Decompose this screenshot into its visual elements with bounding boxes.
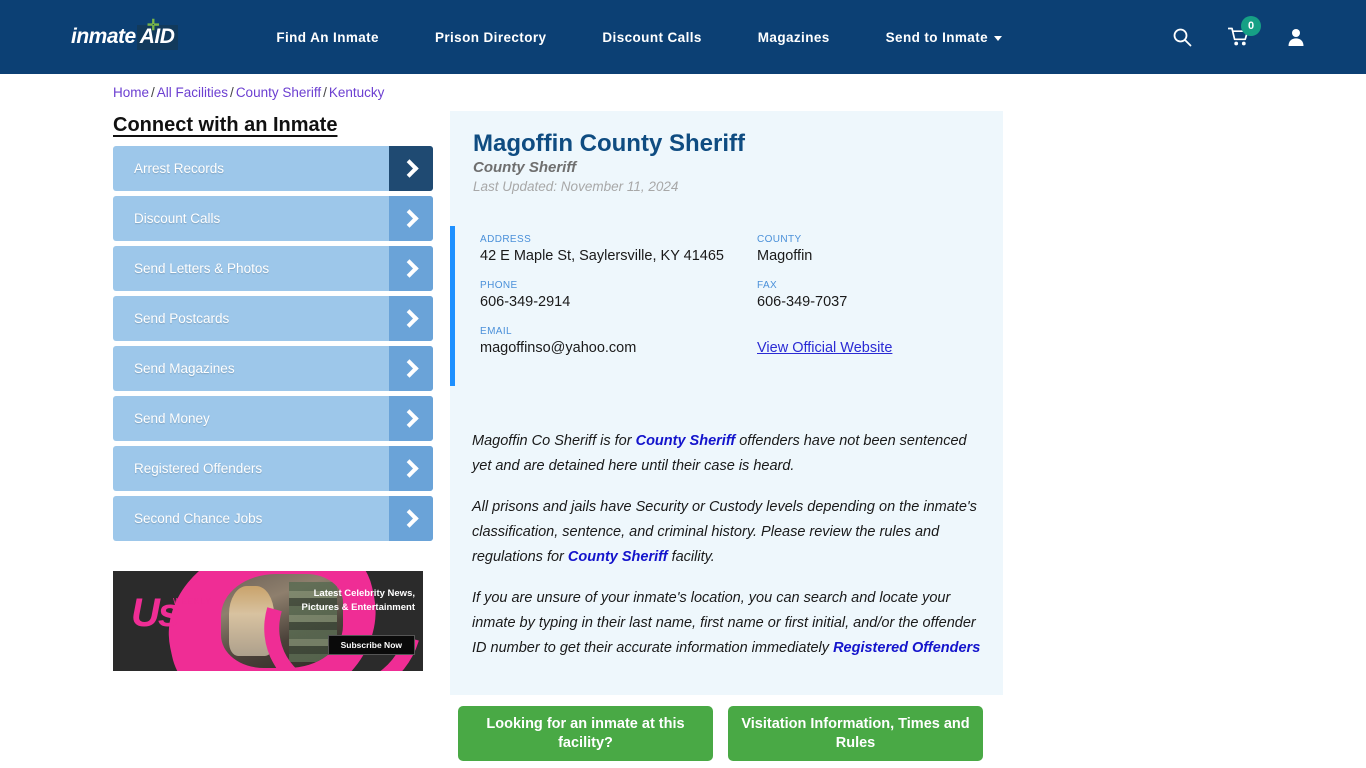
email-field: EMAIL magoffinso@yahoo.com [480,326,757,372]
phone-value: 606-349-2914 [480,294,571,311]
description-paragraph-2: All prisons and jails have Security or C… [472,495,984,570]
nav-label: Prison Directory [434,29,547,45]
site-logo[interactable]: inmate AID ✛ [71,18,179,52]
search-icon [1173,28,1192,47]
county-value: Magoffin [757,248,813,264]
main-menu: Find An Inmate Prison Directory Discount… [248,30,1030,45]
page-title: Magoffin County Sheriff [473,130,745,157]
chevron-right-icon [389,196,433,241]
sidebar-item-label: Send Magazines [134,361,235,376]
last-updated-text: Last Updated: November 11, 2024 [473,179,679,194]
breadcrumb-separator: / [230,85,234,100]
sidebar-item-registered-offenders[interactable]: Registered Offenders [113,446,433,491]
registered-offenders-link[interactable]: Registered Offenders [833,640,980,656]
nav-label: Discount Calls [602,29,702,45]
chevron-right-icon [389,446,433,491]
sidebar-title: Connect with an Inmate [113,114,338,136]
sidebar-item-label: Send Postcards [134,311,230,326]
description-text: facility. [667,549,715,565]
phone-label: PHONE [480,280,518,292]
nav-item-send-to-inmate[interactable]: Send to Inmate [858,30,1030,45]
breadcrumb-item-all-facilities[interactable]: All Facilities [157,85,228,100]
nav-label: Send to Inmate [885,29,989,45]
nav-item-magazines[interactable]: Magazines [730,30,858,45]
breadcrumb-item-county-sheriff[interactable]: County Sheriff [236,85,321,100]
website-field: View Official Website [757,326,1003,372]
sidebar-item-second-chance-jobs[interactable]: Second Chance Jobs [113,496,433,541]
logo-wordmark: inmate [71,25,136,48]
sidebar-item-label: Arrest Records [134,161,225,176]
ad-subscribe-button[interactable]: Subscribe Now [327,635,415,655]
chevron-right-icon [389,396,433,441]
address-field: ADDRESS 42 E Maple St, Saylersville, KY … [480,234,757,280]
breadcrumb-item-home[interactable]: Home [113,85,149,100]
email-value: magoffinso@yahoo.com [480,340,637,357]
chevron-right-icon [389,146,433,191]
sidebar-item-label: Second Chance Jobs [134,511,263,526]
county-label: COUNTY [757,234,802,245]
email-label: EMAIL [480,326,513,338]
chevron-down-icon [994,35,1003,41]
nav-item-prison-directory[interactable]: Prison Directory [407,30,574,45]
website-label-spacer [757,326,1003,337]
description-text: All prisons and jails have Security or C… [472,499,977,565]
chevron-right-icon [389,346,433,391]
breadcrumb-item-kentucky[interactable]: Kentucky [329,85,385,100]
sidebar-item-send-money[interactable]: Send Money [113,396,433,441]
sidebar-item-arrest-records[interactable]: Arrest Records [113,146,433,191]
user-icon [1288,29,1304,46]
search-button[interactable] [1172,27,1192,47]
phone-field: PHONE 606-349-2914 [480,280,757,326]
top-navigation-bar: inmate AID ✛ Find An Inmate Prison Direc… [0,0,1366,74]
facility-contact-block: ADDRESS 42 E Maple St, Saylersville, KY … [450,226,1003,387]
sidebar-item-send-postcards[interactable]: Send Postcards [113,296,433,341]
advertisement-banner[interactable]: Us WEEKLY Latest Celebrity News, Picture… [113,571,423,671]
nav-item-find-an-inmate[interactable]: Find An Inmate [248,30,407,45]
breadcrumb-separator: / [151,85,155,100]
sidebar-item-label: Registered Offenders [134,461,263,476]
description-paragraph-1: Magoffin Co Sheriff is for County Sherif… [472,429,984,479]
view-official-website-link[interactable]: View Official Website [757,340,892,356]
address-label: ADDRESS [480,234,532,245]
facility-description: Magoffin Co Sheriff is for County Sherif… [472,429,984,677]
sidebar-item-label: Discount Calls [134,211,221,226]
sidebar-item-send-letters-photos[interactable]: Send Letters & Photos [113,246,433,291]
nav-label: Find An Inmate [276,29,379,45]
breadcrumb-separator: / [323,85,327,100]
fax-value: 606-349-7037 [757,294,848,311]
description-paragraph-3: If you are unsure of your inmate's locat… [472,586,984,661]
sidebar-item-send-magazines[interactable]: Send Magazines [113,346,433,391]
description-text: Magoffin Co Sheriff is for [472,433,636,449]
ad-logo-subtext: WEEKLY [173,597,212,606]
nav-label: Magazines [757,29,830,45]
county-sheriff-link-2[interactable]: County Sheriff [568,549,668,565]
cart-count-badge: 0 [1241,16,1261,36]
fax-field: FAX 606-349-7037 [757,280,1003,326]
visitation-info-button[interactable]: Visitation Information, Times and Rules [728,706,983,761]
county-sheriff-link-1[interactable]: County Sheriff [636,433,736,449]
sidebar-item-label: Send Letters & Photos [134,261,270,276]
sidebar-item-label: Send Money [134,411,210,426]
logo-plus-icon: ✛ [147,17,160,34]
sidebar-menu: Arrest Records Discount Calls Send Lette… [113,146,433,546]
breadcrumb: Home / All Facilities / County Sheriff / Kentu… [113,85,384,100]
chevron-right-icon [389,246,433,291]
facility-type: County Sheriff [473,159,577,176]
chevron-right-icon [389,496,433,541]
sidebar-item-discount-calls[interactable]: Discount Calls [113,196,433,241]
call-to-action-row: Looking for an inmate at this facility? … [458,706,983,761]
find-inmate-button[interactable]: Looking for an inmate at this facility? [458,706,713,761]
account-button[interactable] [1286,27,1306,47]
county-field: COUNTY Magoffin [757,234,1003,280]
address-value: 42 E Maple St, Saylersville, KY 41465 [480,248,724,264]
header-actions: 0 [1172,0,1306,74]
facility-details-panel: Magoffin County Sheriff County Sheriff L… [450,111,1003,695]
nav-item-discount-calls[interactable]: Discount Calls [574,30,729,45]
cart-button[interactable]: 0 [1227,16,1261,47]
chevron-right-icon [389,296,433,341]
ad-logo: Us [131,591,180,635]
ad-tagline: Latest Celebrity News, Pictures & Entert… [301,588,416,613]
fax-label: FAX [757,280,778,292]
